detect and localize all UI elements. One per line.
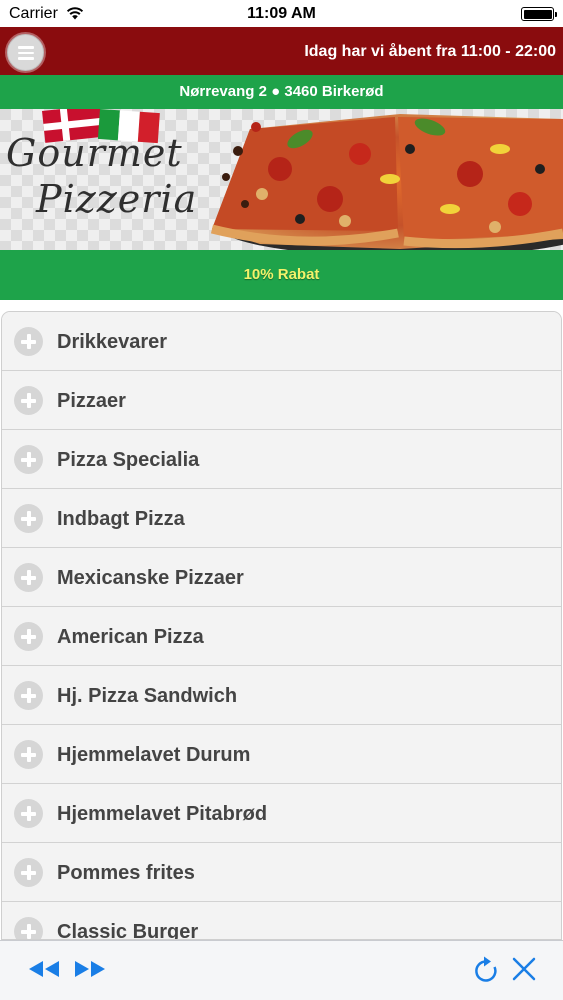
- expand-plus-icon: [14, 386, 43, 415]
- expand-plus-icon: [14, 799, 43, 828]
- expand-plus-icon: [14, 563, 43, 592]
- hamburger-menu-icon[interactable]: [7, 34, 44, 71]
- menu-category-item[interactable]: Pizzaer: [2, 371, 561, 430]
- discount-banner[interactable]: 10% Rabat: [0, 250, 563, 300]
- menu-category-label: Hjemmelavet Pitabrød: [57, 803, 268, 825]
- menu-category-label: Hj. Pizza Sandwich: [57, 685, 238, 707]
- expand-plus-icon: [14, 681, 43, 710]
- opening-hours: Idag har vi åbent fra 11:00 - 22:00: [304, 43, 556, 60]
- menu-category-item[interactable]: Hj. Pizza Sandwich: [2, 666, 561, 725]
- menu-category-list: Drikkevarer Pizzaer Pizza Specialia Indb…: [1, 311, 562, 940]
- menu-category-item[interactable]: Indbagt Pizza: [2, 489, 561, 548]
- menu-category-label: American Pizza: [57, 626, 204, 648]
- expand-plus-icon: [14, 740, 43, 769]
- menu-category-label: Hjemmelavet Durum: [57, 744, 251, 766]
- expand-plus-icon: [14, 504, 43, 533]
- brand-logo-line-1: Gourmet: [6, 131, 183, 175]
- address-bar: Nørrevang 2 ● 3460 Birkerød: [0, 75, 563, 109]
- menu-category-label: Pizzaer: [57, 390, 126, 412]
- menu-category-label: Mexicanske Pizzaer: [57, 567, 244, 589]
- expand-plus-icon: [14, 917, 43, 939]
- rewind-icon[interactable]: [26, 957, 62, 981]
- brand-logo-line-2: Pizzeria: [36, 177, 198, 221]
- browser-toolbar: [0, 940, 563, 1000]
- battery-icon: [521, 7, 557, 21]
- brand-logo: Gourmet Pizzeria: [6, 129, 206, 239]
- menu-category-item[interactable]: American Pizza: [2, 607, 561, 666]
- menu-category-label: Drikkevarer: [57, 331, 168, 353]
- menu-category-item[interactable]: Hjemmelavet Durum: [2, 725, 561, 784]
- expand-plus-icon: [14, 622, 43, 651]
- menu-category-item[interactable]: Mexicanske Pizzaer: [2, 548, 561, 607]
- menu-category-item[interactable]: Drikkevarer: [2, 312, 561, 371]
- expand-plus-icon: [14, 445, 43, 474]
- banner-image: Gourmet Pizzeria: [0, 109, 563, 250]
- refresh-icon[interactable]: [472, 955, 500, 985]
- menu-category-item[interactable]: Hjemmelavet Pitabrød: [2, 784, 561, 843]
- menu-category-label: Indbagt Pizza: [57, 508, 185, 530]
- menu-category-item[interactable]: Classic Burger: [2, 902, 561, 940]
- fast-forward-icon[interactable]: [72, 957, 108, 981]
- menu-category-label: Classic Burger: [57, 921, 199, 940]
- status-bar: Carrier 11:09 AM: [0, 0, 563, 27]
- menu-category-item[interactable]: Pommes frites: [2, 843, 561, 902]
- menu-category-label: Pommes frites: [57, 862, 195, 884]
- expand-plus-icon: [14, 327, 43, 356]
- menu-category-item[interactable]: Pizza Specialia: [2, 430, 561, 489]
- expand-plus-icon: [14, 858, 43, 887]
- top-bar: Idag har vi åbent fra 11:00 - 22:00: [0, 27, 563, 75]
- status-time: 11:09 AM: [247, 5, 316, 22]
- menu-category-label: Pizza Specialia: [57, 449, 200, 471]
- close-icon[interactable]: [512, 957, 536, 981]
